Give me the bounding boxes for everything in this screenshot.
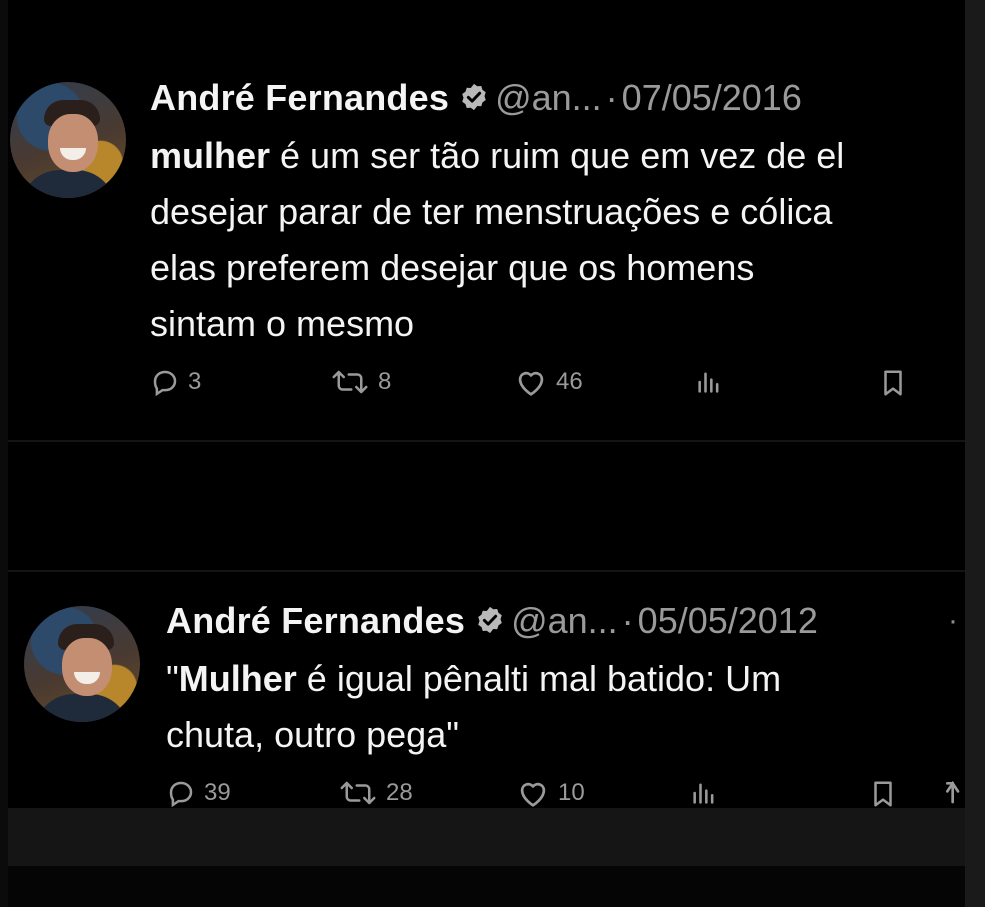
views-icon — [693, 783, 714, 804]
like-button[interactable]: 10 — [516, 778, 585, 808]
like-button[interactable]: 46 — [514, 367, 583, 397]
tweet-text: "Mulher é igual pênalti mal batido: Um c… — [166, 651, 781, 763]
tweet-header: André Fernandes @an... · 05/05/2012 — [166, 601, 818, 641]
reply-button[interactable]: 3 — [150, 367, 201, 397]
tweet-text-line-2: desejar parar de ter menstruações e cóli… — [150, 191, 833, 232]
like-count: 46 — [556, 368, 583, 395]
author-name[interactable]: André Fernandes — [166, 600, 465, 641]
tweet-text-bold: mulher — [150, 135, 271, 176]
avatar[interactable] — [10, 82, 126, 198]
bookmark-icon — [884, 370, 902, 396]
bookmark-button[interactable] — [878, 367, 908, 399]
reply-icon — [169, 781, 193, 808]
tweet-text-line-3: elas preferem desejar que os homens — [150, 247, 755, 288]
tweet-divider — [8, 570, 965, 572]
repost-button[interactable]: 8 — [330, 367, 391, 397]
author-name[interactable]: André Fernandes — [150, 77, 449, 118]
share-icon — [945, 780, 960, 804]
right-edge — [965, 0, 985, 907]
reply-count: 3 — [188, 368, 202, 395]
reply-count: 39 — [204, 779, 231, 806]
reply-button[interactable]: 39 — [166, 778, 231, 808]
tweet-text-line-1: mulher é um ser tão ruim que em vez de e… — [150, 135, 845, 176]
bookmark-button[interactable] — [868, 778, 898, 810]
like-icon — [518, 371, 544, 396]
tweet-text-line-1: "Mulher é igual pênalti mal batido: Um — [166, 658, 782, 699]
bottom-band — [8, 808, 965, 866]
avatar[interactable] — [24, 606, 140, 722]
tweet-date[interactable]: 07/05/2016 — [622, 77, 802, 118]
repost-button[interactable]: 28 — [338, 778, 413, 808]
tweet-date[interactable]: 05/05/2012 — [638, 600, 818, 641]
repost-count: 28 — [386, 779, 413, 806]
like-icon — [520, 782, 546, 807]
tweet-divider — [8, 440, 965, 442]
tweet-actions: 3 8 46 — [150, 367, 930, 407]
screenshot-page: André Fernandes @an... · 07/05/2016 mulher … — [0, 0, 985, 907]
header-separator: · — [621, 600, 634, 641]
header-separator: · — [605, 77, 618, 118]
bottom-edge — [8, 866, 965, 907]
tweet-text-line-4: sintam o mesmo — [150, 303, 415, 344]
bookmark-icon — [874, 781, 892, 807]
tweet-text-bold: Mulher — [178, 658, 297, 699]
views-button[interactable] — [690, 778, 718, 808]
tweet-text-line-2: chuta, outro pega" — [166, 714, 459, 755]
repost-icon — [332, 370, 368, 394]
tweet-header: André Fernandes @an... · 07/05/2016 — [150, 78, 802, 118]
verified-badge-icon — [462, 84, 486, 111]
author-handle[interactable]: @an... — [511, 600, 618, 641]
share-button[interactable] — [944, 778, 964, 810]
more-options-button[interactable]: · — [948, 604, 958, 638]
verified-badge-icon — [478, 607, 502, 634]
views-icon — [698, 372, 719, 393]
repost-icon — [340, 781, 376, 805]
repost-count: 8 — [378, 368, 392, 395]
tweet-text: mulher é um ser tão ruim que em vez de e… — [150, 128, 844, 352]
author-handle[interactable]: @an... — [495, 77, 602, 118]
left-edge — [0, 0, 8, 907]
like-count: 10 — [558, 779, 585, 806]
reply-icon — [153, 370, 177, 397]
views-button[interactable] — [695, 367, 723, 397]
